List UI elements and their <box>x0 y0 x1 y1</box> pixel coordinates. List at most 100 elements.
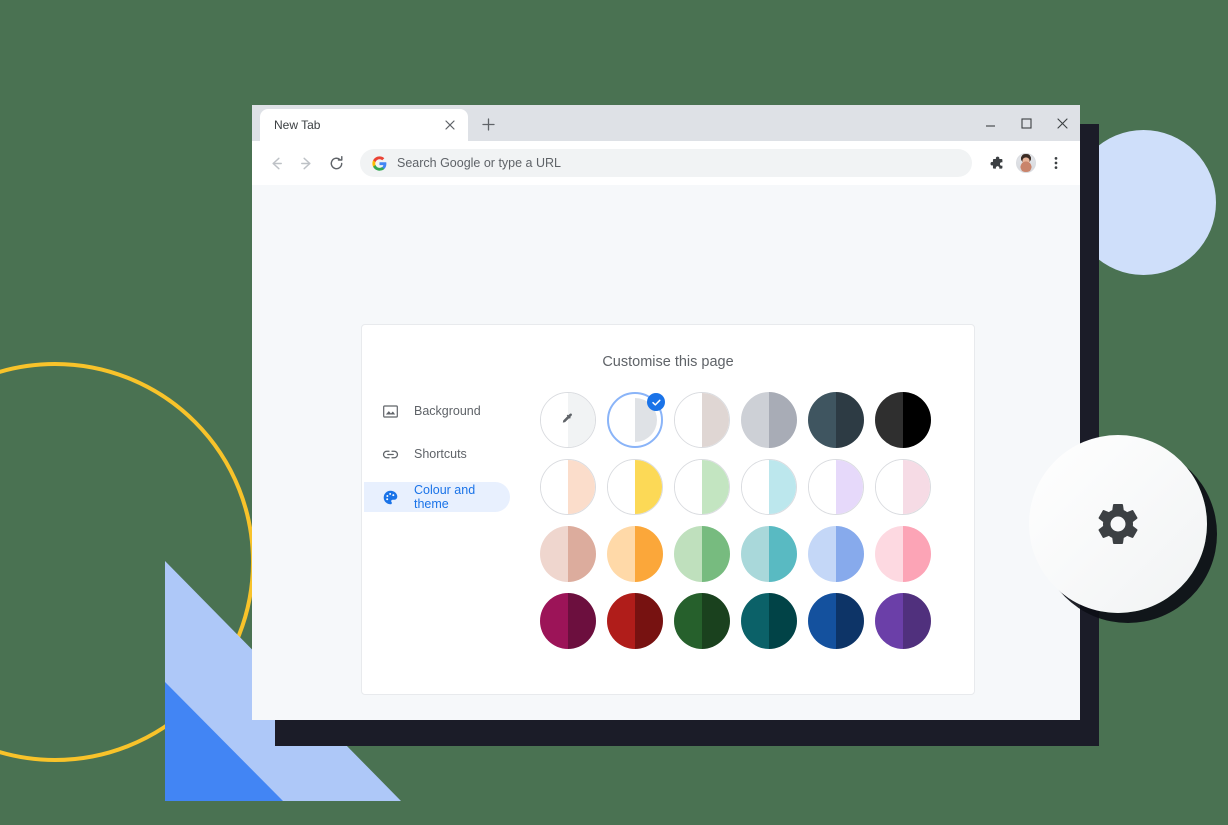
theme-swatch-navy[interactable] <box>802 593 869 649</box>
theme-swatch-slate-dark[interactable] <box>802 392 869 448</box>
swatch-circle[interactable] <box>607 459 663 515</box>
theme-swatch-red-dark[interactable] <box>601 593 668 649</box>
theme-swatch-pale-peach[interactable] <box>534 459 601 515</box>
new-tab-page-content: Customise this page Background <box>252 185 1080 720</box>
swatch-circle[interactable] <box>875 526 931 582</box>
close-window-button[interactable] <box>1044 105 1080 141</box>
swatch-circle[interactable] <box>674 593 730 649</box>
swatch-circle[interactable] <box>607 593 663 649</box>
swatch-half-right <box>903 593 931 649</box>
back-button[interactable] <box>262 149 290 177</box>
swatch-half-right <box>635 593 663 649</box>
swatch-half-right <box>903 392 931 448</box>
plus-icon <box>482 118 495 131</box>
swatch-half-left <box>613 398 635 442</box>
swatch-circle[interactable] <box>875 593 931 649</box>
forward-arrow-icon <box>298 155 315 172</box>
swatch-circle[interactable] <box>540 392 596 448</box>
swatch-circle[interactable] <box>741 593 797 649</box>
close-icon <box>1057 118 1068 129</box>
page-title: Customise this page <box>362 325 974 370</box>
swatch-half-right <box>702 526 730 582</box>
reload-icon <box>328 155 345 172</box>
swatch-half-right <box>769 593 797 649</box>
theme-swatch-pink[interactable] <box>869 526 936 582</box>
avatar[interactable] <box>1012 149 1040 177</box>
swatch-circle[interactable] <box>875 392 931 448</box>
swatch-half-right <box>903 526 931 582</box>
swatch-half-right <box>568 526 596 582</box>
swatch-circle[interactable] <box>674 526 730 582</box>
close-icon[interactable] <box>442 117 458 133</box>
omnibox[interactable]: Search Google or type a URL <box>360 149 972 177</box>
theme-swatch-dusty-rose[interactable] <box>534 526 601 582</box>
new-tab-button[interactable] <box>474 110 502 138</box>
swatch-circle[interactable] <box>540 459 596 515</box>
swatch-circle[interactable] <box>808 526 864 582</box>
theme-swatch-teal-dark[interactable] <box>735 593 802 649</box>
theme-swatch-pale-green[interactable] <box>668 459 735 515</box>
theme-swatch-orange[interactable] <box>601 526 668 582</box>
theme-swatch-magenta-dark[interactable] <box>534 593 601 649</box>
swatch-half-left <box>675 393 702 447</box>
theme-swatch-blue[interactable] <box>802 526 869 582</box>
swatch-circle[interactable] <box>674 459 730 515</box>
swatch-circle[interactable] <box>808 593 864 649</box>
swatch-half-right <box>903 460 930 514</box>
browser-tab[interactable]: New Tab <box>260 109 468 141</box>
theme-swatch-green[interactable] <box>668 526 735 582</box>
reload-button[interactable] <box>322 149 350 177</box>
theme-swatch-pale-lavender[interactable] <box>802 459 869 515</box>
gear-icon <box>1093 499 1143 549</box>
theme-swatch-teal[interactable] <box>735 526 802 582</box>
swatch-circle[interactable] <box>540 526 596 582</box>
search-input[interactable]: Search Google or type a URL <box>397 156 561 170</box>
theme-swatch-purple[interactable] <box>869 593 936 649</box>
theme-swatch-custom-colour-picker[interactable] <box>534 392 601 448</box>
swatch-circle[interactable] <box>741 459 797 515</box>
swatch-circle[interactable] <box>808 392 864 448</box>
swatch-half-left <box>808 526 836 582</box>
swatch-half-left <box>875 526 903 582</box>
sidebar-item-shortcuts[interactable]: Shortcuts <box>364 439 510 469</box>
theme-swatch-black[interactable] <box>869 392 936 448</box>
theme-swatch-pale-cyan[interactable] <box>735 459 802 515</box>
settings-gear-badge[interactable] <box>1029 435 1207 613</box>
theme-swatch-forest-dark[interactable] <box>668 593 735 649</box>
theme-swatch-warm-grey[interactable] <box>668 392 735 448</box>
sidebar-item-colour-and-theme[interactable]: Colour and theme <box>364 482 510 512</box>
swatch-circle[interactable] <box>741 526 797 582</box>
check-icon <box>647 393 665 411</box>
browser-menu-button[interactable] <box>1042 149 1070 177</box>
eyedropper-icon <box>560 412 576 428</box>
theme-swatch-pale-yellow[interactable] <box>601 459 668 515</box>
swatch-circle[interactable] <box>674 392 730 448</box>
swatch-half-right <box>836 526 864 582</box>
forward-button[interactable] <box>292 149 320 177</box>
palette-icon <box>382 489 399 506</box>
swatch-half-right <box>769 526 797 582</box>
google-g-icon <box>372 156 387 171</box>
theme-swatch-default-light[interactable] <box>601 392 668 448</box>
swatch-circle[interactable] <box>875 459 931 515</box>
swatch-half-left <box>876 460 903 514</box>
swatch-circle[interactable] <box>540 593 596 649</box>
swatch-circle[interactable] <box>808 459 864 515</box>
three-dot-menu-icon <box>1049 156 1063 170</box>
maximize-button[interactable] <box>1008 105 1044 141</box>
theme-swatch-pale-pink[interactable] <box>869 459 936 515</box>
swatch-half-right <box>836 460 863 514</box>
sidebar-item-label: Shortcuts <box>414 447 467 461</box>
extensions-button[interactable] <box>982 149 1010 177</box>
theme-swatch-cool-grey[interactable] <box>735 392 802 448</box>
swatch-half-left <box>875 392 903 448</box>
swatch-half-left <box>808 593 836 649</box>
sidebar-item-background[interactable]: Background <box>364 396 510 426</box>
swatch-circle[interactable] <box>741 392 797 448</box>
minimize-button[interactable] <box>972 105 1008 141</box>
swatch-circle[interactable] <box>607 526 663 582</box>
swatch-half-right <box>769 392 797 448</box>
maximize-icon <box>1021 118 1032 129</box>
swatch-half-right <box>836 593 864 649</box>
browser-toolbar: Search Google or type a URL <box>252 141 1080 185</box>
